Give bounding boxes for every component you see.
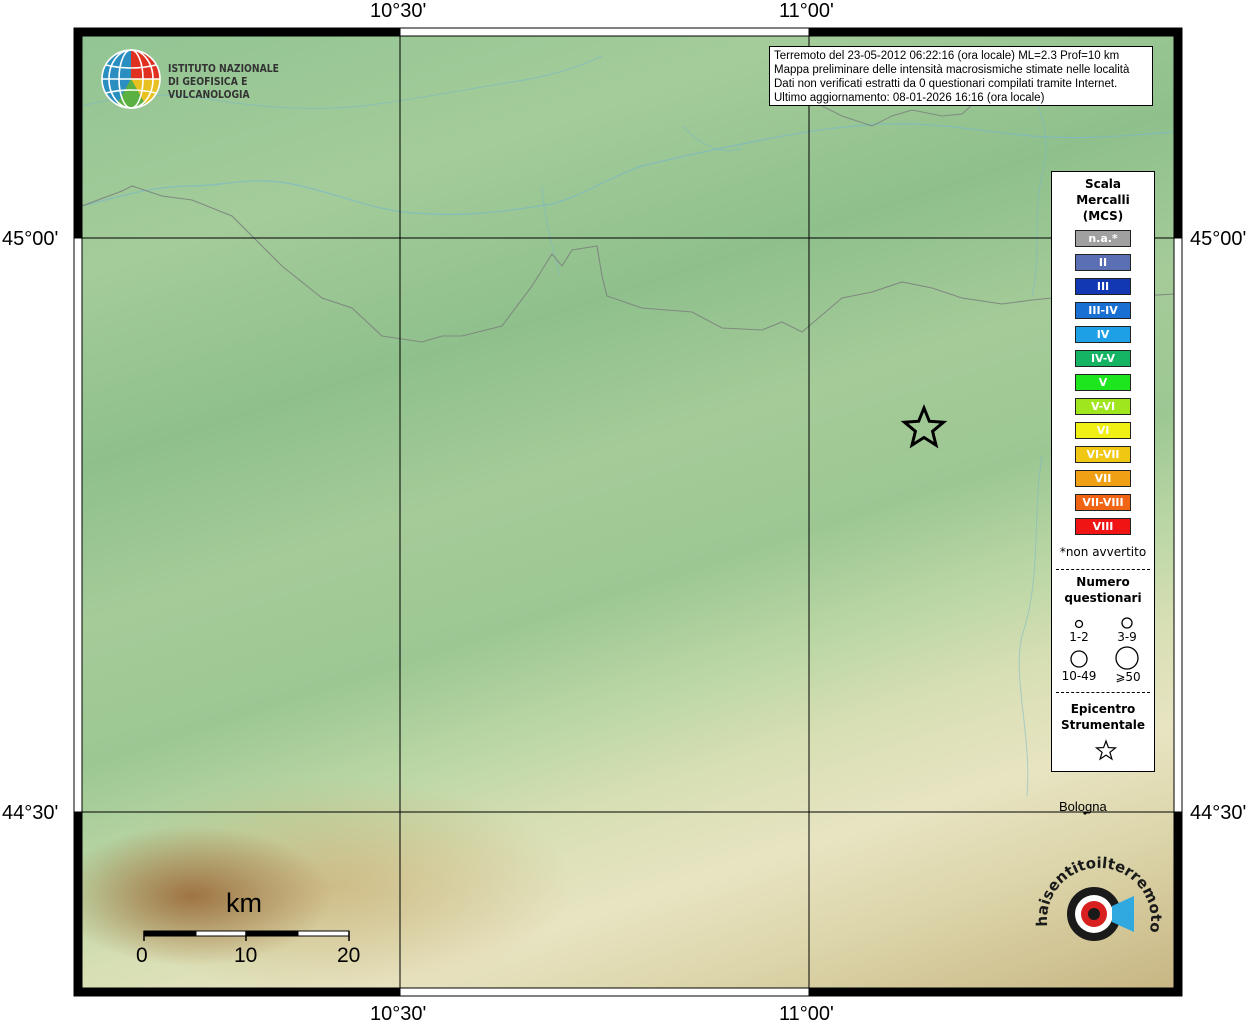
legend-panel: Scala Mercalli (MCS) n.a.* II III III-IV IV I… xyxy=(1051,171,1155,772)
lat-label-left-4500: 45°00' xyxy=(2,228,59,250)
globe-icon xyxy=(101,49,161,109)
inner-frame xyxy=(81,35,1175,989)
outer-frame xyxy=(73,27,1183,997)
info-line-event: Terremoto del 23-05-2012 06:22:16 (ora l… xyxy=(774,50,1120,62)
epi-title-line1: Epicentro xyxy=(1070,702,1136,716)
intensity-swatch-6: V xyxy=(1075,374,1131,391)
star-legend-icon xyxy=(1094,739,1118,761)
scale-bar: km 0 10 20 xyxy=(136,888,370,978)
lon-label-bottom-1030: 10°30' xyxy=(370,1003,427,1025)
legend-note: *non avvertito xyxy=(1059,545,1147,559)
scalebar-tick-0: 0 xyxy=(136,944,148,967)
legend-title: Scala Mercalli (MCS) xyxy=(1052,176,1154,224)
intensity-swatch-10: VII xyxy=(1075,470,1131,487)
count-title-line1: Numero xyxy=(1076,575,1130,589)
intensity-swatch-1: II xyxy=(1075,254,1131,271)
legend-title-line1: Scala xyxy=(1084,177,1122,191)
event-info-box: Terremoto del 23-05-2012 06:22:16 (ora l… xyxy=(769,46,1153,106)
logo-line2: DI GEOFISICA E VULCANOLOGIA xyxy=(168,76,250,101)
city-label-bologna: Bologna xyxy=(1059,799,1107,814)
logo-text: ISTITUTO NAZIONALE DI GEOFISICA E VULCAN… xyxy=(168,63,311,102)
haisentito-logo-icon[interactable]: haisentitoilterremoto.it xyxy=(1026,838,1168,982)
intensity-swatch-2: III xyxy=(1075,278,1131,295)
epi-title: Epicentro Strumentale xyxy=(1052,701,1154,733)
logo-line1: ISTITUTO NAZIONALE xyxy=(168,63,279,75)
intensity-swatch-5: IV-V xyxy=(1075,350,1131,367)
count-label-1-2: 1-2 xyxy=(1069,630,1089,644)
scalebar-tick-20: 20 xyxy=(337,944,361,967)
intensity-swatch-12: VIII xyxy=(1075,518,1131,535)
intensity-swatch-4: IV xyxy=(1075,326,1131,343)
star-icon[interactable] xyxy=(900,403,948,449)
scalebar-tick-10: 10 xyxy=(234,944,258,967)
legend-title-line2: Mercalli xyxy=(1076,193,1130,207)
lat-label-right-4500: 45°00' xyxy=(1190,228,1247,250)
lon-label-top-1030: 10°30' xyxy=(370,0,427,22)
info-line-updated: Ultimo aggiornamento: 08-01-2026 16:16 (… xyxy=(774,92,1045,104)
haisentito-logo-graphic: haisentitoilterremoto.it xyxy=(1026,838,1165,941)
circle-xlarge-icon xyxy=(1115,646,1139,670)
count-title: Numero questionari xyxy=(1052,574,1154,606)
intensity-swatch-7: V-VI xyxy=(1075,398,1131,415)
lon-label-top-1100: 11°00' xyxy=(779,0,834,22)
count-label-50-plus: ⩾50 xyxy=(1115,670,1141,684)
epi-title-line2: Strumentale xyxy=(1060,718,1146,732)
intensity-swatch-11: VII-VIII xyxy=(1075,494,1131,511)
lon-label-bottom-1100: 11°00' xyxy=(779,1003,834,1025)
info-line-data-note: Dati non verificati estratti da 0 questi… xyxy=(774,78,1118,90)
intensity-swatch-3: III-IV xyxy=(1075,302,1131,319)
scalebar-unit: km xyxy=(226,888,262,918)
count-title-line2: questionari xyxy=(1064,591,1142,605)
info-line-description: Mappa preliminare delle intensità macros… xyxy=(774,64,1130,76)
legend-title-line3: (MCS) xyxy=(1082,209,1124,223)
count-label-10-49: 10-49 xyxy=(1061,669,1097,683)
lat-label-left-4430: 44°30' xyxy=(2,802,59,824)
intensity-swatch-9: VI-VII xyxy=(1075,446,1131,463)
intensity-swatch-0: n.a.* xyxy=(1075,230,1131,247)
ingv-logo: ISTITUTO NAZIONALE DI GEOFISICA E VULCAN… xyxy=(100,48,330,110)
lat-label-right-4430: 44°30' xyxy=(1190,802,1247,824)
circle-large-icon xyxy=(1070,650,1088,668)
circle-medium-icon xyxy=(1121,617,1133,629)
circle-small-icon xyxy=(1074,619,1084,629)
count-label-3-9: 3-9 xyxy=(1117,630,1137,644)
intensity-swatch-8: VI xyxy=(1075,422,1131,439)
